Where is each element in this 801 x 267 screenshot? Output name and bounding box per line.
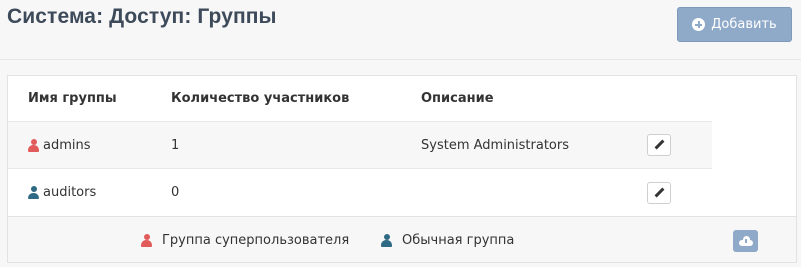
add-group-button[interactable]: Добавить — [677, 7, 792, 42]
member-count: 0 — [171, 185, 180, 200]
superuser-icon — [28, 138, 39, 152]
group-description: System Administrators — [421, 137, 570, 153]
table-row: auditors 0 — [8, 169, 712, 216]
user-icon — [28, 186, 39, 199]
column-header-name[interactable]: Имя группы — [28, 76, 117, 121]
edit-button[interactable] — [647, 134, 671, 156]
user-icon — [381, 233, 392, 247]
legend-superuser: Группа суперпользователя — [141, 217, 349, 263]
member-count: 1 — [171, 137, 180, 153]
cloud-download-icon — [738, 236, 753, 246]
group-name: auditors — [43, 185, 97, 200]
edit-button[interactable] — [647, 181, 671, 204]
add-button-label: Добавить — [711, 17, 777, 32]
legend-superuser-label: Группа суперпользователя — [162, 232, 350, 248]
groups-card: Имя группы Количество участников Описани… — [7, 75, 797, 263]
edit-cell — [647, 122, 671, 168]
group-name-cell: admins — [28, 122, 91, 168]
table-header-row: Имя группы Количество участников Описани… — [8, 76, 712, 122]
pencil-icon — [654, 188, 664, 198]
download-button[interactable] — [733, 230, 758, 252]
legend-normal-label: Обычная группа — [402, 232, 515, 248]
table-row: admins 1 System Administrators — [8, 122, 712, 169]
table-footer: Группа суперпользователя Обычная группа — [8, 216, 796, 262]
group-name: admins — [43, 137, 91, 153]
plus-circle-icon — [692, 18, 706, 31]
edit-cell — [647, 169, 671, 216]
column-header-members[interactable]: Количество участников — [171, 76, 349, 121]
superuser-icon — [141, 233, 152, 247]
group-name-cell: auditors — [28, 169, 96, 216]
legend-normal: Обычная группа — [381, 217, 514, 263]
header-divider — [0, 59, 801, 60]
pencil-icon — [654, 140, 664, 150]
column-header-description[interactable]: Описание — [421, 76, 494, 121]
page-title: Система: Доступ: Группы — [7, 5, 277, 28]
groups-table: Имя группы Количество участников Описани… — [8, 76, 712, 216]
